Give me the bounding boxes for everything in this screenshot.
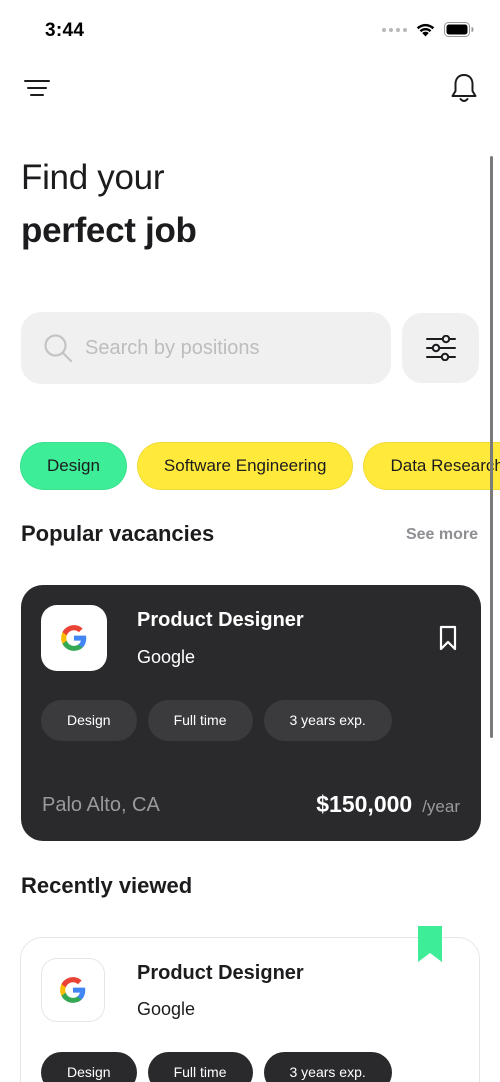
scrollbar[interactable] — [490, 156, 493, 738]
headline: Find your perfect job — [21, 158, 197, 251]
search-input[interactable] — [85, 336, 365, 360]
sliders-icon — [425, 335, 456, 361]
status-icons — [382, 22, 474, 37]
search-icon — [44, 334, 73, 363]
battery-icon — [444, 22, 474, 37]
category-chips: Design Software Engineering Data Research — [20, 442, 500, 490]
job-company: Google — [137, 999, 196, 1019]
popular-vacancies-title: Popular vacancies — [21, 521, 215, 546]
job-title: Product Designer — [137, 609, 304, 631]
job-tag: Design — [41, 1052, 137, 1082]
recently-viewed-title: Recently viewed — [21, 873, 193, 898]
popular-job-card[interactable]: Product Designer Google Design Full time… — [21, 585, 481, 841]
chip-design[interactable]: Design — [20, 442, 127, 490]
status-bar: 3:44 — [0, 0, 500, 62]
google-logo — [41, 958, 105, 1022]
google-logo-icon — [61, 625, 87, 651]
see-more-link[interactable]: See more — [406, 526, 478, 544]
headline-line1: Find your — [21, 158, 165, 197]
bookmark-outline-icon[interactable] — [439, 625, 457, 651]
job-tag: 3 years exp. — [263, 700, 392, 741]
job-company: Google — [137, 647, 196, 667]
job-location: Palo Alto, CA — [42, 794, 160, 816]
cellular-signal-icon — [382, 27, 407, 32]
headline-line2: perfect job — [21, 211, 197, 250]
hamburger-menu-icon[interactable] — [24, 78, 50, 98]
filter-button[interactable] — [402, 313, 479, 383]
job-tag: Design — [41, 700, 137, 741]
job-title: Product Designer — [137, 962, 304, 984]
salary-period: /year — [422, 797, 460, 816]
bookmark-filled-icon[interactable] — [418, 926, 442, 962]
chip-software-engineering[interactable]: Software Engineering — [136, 442, 354, 490]
salary-amount: $150,000 — [316, 791, 413, 817]
recent-job-card[interactable]: Product Designer Google Design Full time… — [20, 937, 480, 1082]
chip-data-research[interactable]: Data Research — [363, 442, 500, 490]
job-tags: Design Full time 3 years exp. — [41, 700, 392, 741]
google-logo-icon — [60, 977, 86, 1003]
bell-icon[interactable] — [450, 72, 478, 104]
job-tag: Full time — [147, 1052, 253, 1082]
job-tags: Design Full time 3 years exp. — [41, 1052, 392, 1082]
google-logo — [41, 605, 107, 671]
job-tag: 3 years exp. — [263, 1052, 392, 1082]
wifi-icon — [416, 23, 435, 37]
status-time: 3:44 — [45, 20, 85, 41]
job-tag: Full time — [147, 700, 253, 741]
search-box[interactable] — [21, 312, 391, 384]
job-salary: $150,000 /year — [316, 791, 460, 818]
